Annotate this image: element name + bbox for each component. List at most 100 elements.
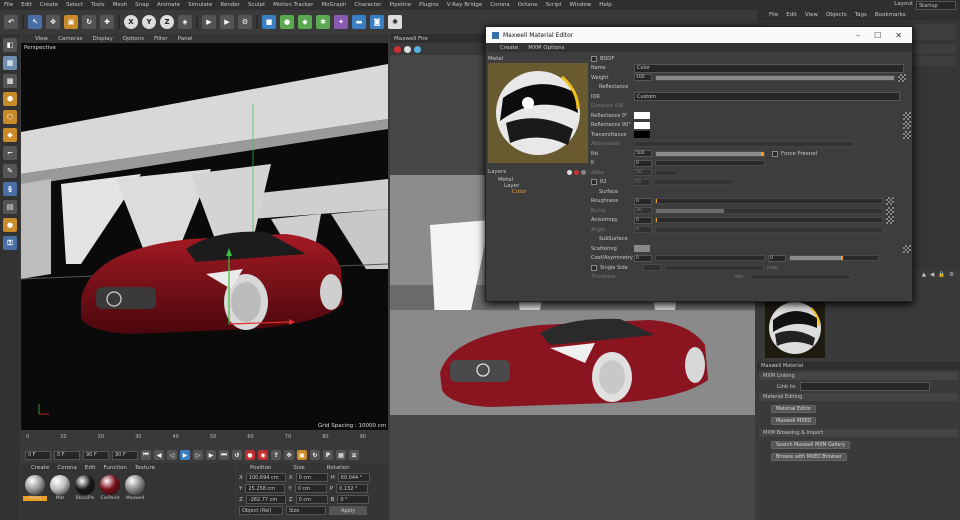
surface-section[interactable]: Surface	[591, 187, 911, 197]
edges-mode-icon[interactable]: ⬡	[3, 110, 17, 124]
material-swatch[interactable]: Mat	[49, 475, 71, 501]
menu-item-file[interactable]: File	[4, 2, 13, 8]
texture-mode-icon[interactable]: ▩	[3, 74, 17, 88]
viewport-menu-item-filter[interactable]: Filter	[154, 36, 168, 42]
transmittance-swatch[interactable]	[634, 131, 650, 139]
material-swatch[interactable]: Metal	[23, 475, 47, 501]
perspective-viewport[interactable]	[21, 34, 388, 430]
weight-slider[interactable]	[655, 74, 895, 81]
next-frame-icon[interactable]: ▷	[193, 450, 203, 460]
menu-item-octane[interactable]: Octane	[518, 2, 538, 8]
position-field[interactable]: 25.258 cm	[245, 484, 286, 493]
menu-item-select[interactable]: Select	[66, 2, 83, 8]
render-view-icon[interactable]: ▶	[202, 15, 216, 29]
menu-item-help[interactable]: Help	[599, 2, 612, 8]
roughness-field[interactable]: 0	[634, 197, 652, 205]
link-to-field[interactable]	[799, 382, 930, 391]
undo-icon[interactable]: ↶	[4, 15, 18, 29]
bump-texture-icon[interactable]	[886, 206, 894, 215]
rotation-field[interactable]: 0 °	[337, 495, 370, 504]
stop-render-icon[interactable]	[394, 45, 401, 53]
roughness-texture-icon[interactable]	[886, 197, 894, 206]
scattering-texture-icon[interactable]	[903, 244, 911, 253]
object-menu-item-file[interactable]: File	[769, 12, 778, 18]
position-key-icon[interactable]: ✥	[284, 450, 294, 460]
previous-frame-icon[interactable]: ◁	[167, 450, 177, 460]
workplane-icon[interactable]: ▤	[3, 200, 17, 214]
material-menu-item-edit[interactable]: Edit	[85, 465, 96, 471]
abbe-field[interactable]: 50	[634, 169, 652, 177]
object-menu-item-edit[interactable]: Edit	[786, 12, 797, 18]
timeline-menu-icon[interactable]: ≡	[349, 450, 359, 460]
k-field[interactable]: 0	[634, 159, 652, 167]
force-fresnel-checkbox[interactable]	[772, 150, 778, 157]
attenuation-slider[interactable]	[634, 141, 854, 148]
play-icon[interactable]: ▶	[180, 450, 190, 460]
points-mode-icon[interactable]: ⬢	[3, 92, 17, 106]
name-field[interactable]: Color	[634, 63, 904, 73]
angle-slider[interactable]	[655, 226, 883, 233]
menu-item-sculpt[interactable]: Sculpt	[248, 2, 265, 8]
menu-item-tools[interactable]: Tools	[91, 2, 105, 8]
scattering-swatch[interactable]	[634, 245, 650, 253]
go-to-end-icon[interactable]: ⏭	[219, 450, 229, 460]
rotation-key-icon[interactable]: ↻	[310, 450, 320, 460]
bsdf-checkbox[interactable]	[591, 55, 597, 62]
browse-mxed-button[interactable]: Browse with MXED Browser	[771, 453, 847, 461]
reflectance0-swatch[interactable]	[634, 112, 650, 120]
minimize-icon[interactable]: –	[856, 31, 860, 40]
nav-forward-icon[interactable]: ◀	[930, 272, 934, 278]
make-editable-icon[interactable]: ◧	[3, 38, 17, 52]
editor-menu-item-mxm-options[interactable]: MXM Options	[528, 45, 564, 51]
reflectance90-swatch[interactable]	[634, 121, 650, 129]
tweak-icon[interactable]: ✎	[3, 164, 17, 178]
rotation-field[interactable]: 0.132 °	[336, 484, 369, 493]
nurbs-icon[interactable]: ●	[280, 15, 294, 29]
layer-tree-item[interactable]: Color	[488, 189, 586, 195]
pla-key-icon[interactable]: ▦	[336, 450, 346, 460]
material-preview[interactable]	[488, 63, 588, 163]
size-field[interactable]: 0 cm	[295, 473, 328, 482]
viewport-menu-item-panel[interactable]: Panel	[178, 36, 193, 42]
deformer-icon[interactable]: ✦	[334, 15, 348, 29]
menu-item-mograph[interactable]: MoGraph	[321, 2, 346, 8]
ior-select[interactable]: Custom	[634, 92, 900, 102]
menu-item-mesh[interactable]: Mesh	[113, 2, 127, 8]
move-icon[interactable]: ✥	[46, 15, 60, 29]
menu-item-render[interactable]: Render	[220, 2, 240, 8]
current-frame-field[interactable]: 0 F	[54, 450, 80, 460]
size-mode-select[interactable]: Size	[286, 506, 326, 515]
reflectance-section[interactable]: Reflectance	[591, 83, 911, 93]
keyframe-selection-icon[interactable]: ?	[271, 450, 281, 460]
add-layer-icon[interactable]	[567, 169, 572, 175]
axis-y-button[interactable]: Y	[142, 15, 156, 29]
viewport-menu-item-view[interactable]: View	[35, 36, 48, 42]
recent-tool-icon[interactable]: ✚	[100, 15, 114, 29]
nd-field[interactable]: 500	[634, 150, 652, 158]
start-render-icon[interactable]	[404, 45, 411, 53]
size-field[interactable]: 0 cm	[294, 484, 327, 493]
subsurface-section[interactable]: SubSurface	[591, 235, 911, 245]
axis-mode-icon[interactable]: ⌐	[3, 146, 17, 160]
layout-select[interactable]: Startup	[916, 1, 956, 10]
material-swatch[interactable]: Maxwell	[124, 475, 146, 501]
menu-item-motion-tracker[interactable]: Motion Tracker	[273, 2, 313, 8]
reflectance0-texture-icon[interactable]	[903, 111, 911, 120]
mxm-linking-section[interactable]: MXM Linking	[759, 372, 958, 380]
menu-item-v-ray-bridge[interactable]: V-Ray Bridge	[447, 2, 482, 8]
nd-slider[interactable]	[655, 150, 765, 157]
preview-end-field[interactable]: 90 F	[112, 450, 138, 460]
apply-button[interactable]: Apply	[329, 506, 367, 515]
menu-item-plugins[interactable]: Plugins	[419, 2, 439, 8]
light-icon[interactable]: ✺	[388, 15, 402, 29]
anisotropy-texture-icon[interactable]	[886, 216, 894, 225]
reflectance90-texture-icon[interactable]	[903, 121, 911, 130]
position-field[interactable]: -282.77 cm	[245, 495, 286, 504]
material-swatch[interactable]: CarPaint	[99, 475, 121, 501]
lock-icon[interactable]: ⚿	[3, 236, 17, 250]
single-side-min-slider[interactable]	[664, 264, 764, 271]
material-editor-button[interactable]: Material Editor	[771, 405, 817, 413]
coef-field[interactable]: 0	[634, 254, 652, 262]
loop-icon[interactable]: ↺	[232, 450, 242, 460]
roughness-slider[interactable]	[655, 198, 883, 205]
